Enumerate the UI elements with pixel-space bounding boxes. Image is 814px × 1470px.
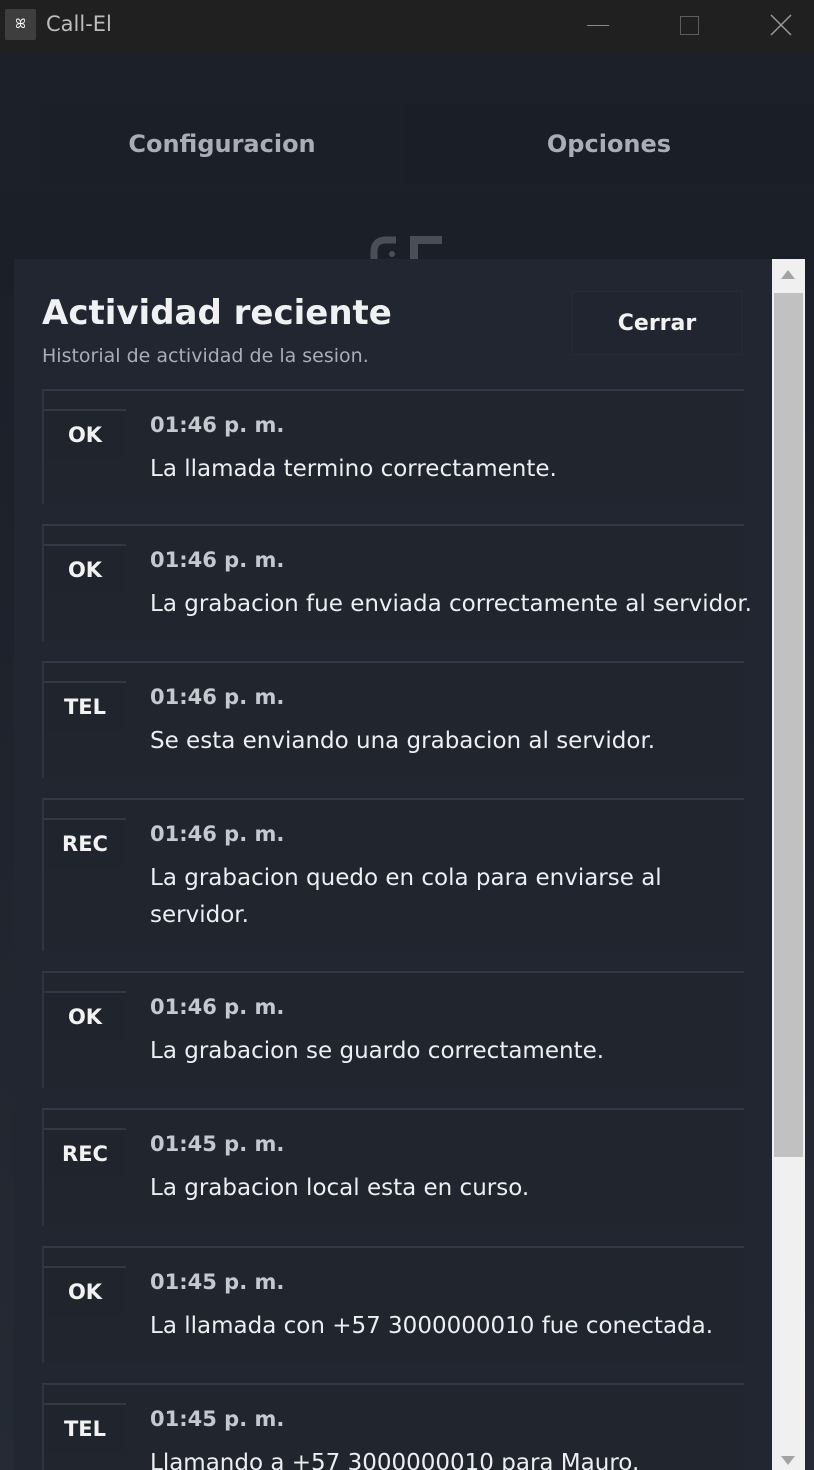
status-badge: REC: [44, 818, 126, 868]
maximize-button[interactable]: [654, 0, 724, 53]
status-badge: REC: [44, 1128, 126, 1178]
timestamp: 01:45 p. m.: [150, 1270, 285, 1294]
timestamp: 01:46 p. m.: [150, 685, 285, 709]
scroll-up-arrow-icon[interactable]: [772, 259, 805, 292]
activity-message: La grabacion se guardo correctamente.: [150, 1038, 605, 1064]
panel-title: Actividad reciente: [42, 293, 392, 333]
activity-message: La grabacion quedo en cola para enviarse…: [150, 865, 662, 928]
list-item: OK 01:46 p. m. La grabacion fue enviada …: [42, 524, 752, 641]
minimize-button[interactable]: [563, 0, 633, 53]
activity-message: La grabacion fue enviada correctamente a…: [150, 591, 752, 617]
vertical-scrollbar[interactable]: [772, 259, 805, 1470]
window-title: Call-El: [46, 12, 112, 36]
close-panel-button[interactable]: Cerrar: [572, 291, 742, 355]
list-item: TEL 01:45 p. m. Llamando a +57 300000001…: [42, 1383, 744, 1470]
timestamp: 01:46 p. m.: [150, 995, 285, 1019]
timestamp: 01:45 p. m.: [150, 1407, 285, 1431]
activity-message: La llamada con +57 3000000010 fue conect…: [150, 1313, 714, 1339]
status-badge: OK: [44, 991, 126, 1041]
panel-subtitle: Historial de actividad de la sesion.: [42, 345, 369, 367]
timestamp: 01:45 p. m.: [150, 1132, 285, 1156]
list-item: TEL 01:46 p. m. Se esta enviando una gra…: [42, 661, 744, 778]
recent-activity-panel: Actividad reciente Historial de activida…: [14, 259, 772, 1470]
status-badge: TEL: [44, 681, 126, 731]
app-logo-icon: [370, 234, 450, 260]
status-badge: OK: [44, 409, 126, 459]
close-window-button[interactable]: [746, 0, 814, 53]
top-navigation: Configuracion Opciones: [40, 105, 814, 183]
status-badge: TEL: [44, 1403, 126, 1453]
status-badge: OK: [44, 1266, 126, 1316]
activity-message: La llamada termino correctamente.: [150, 456, 557, 482]
timestamp: 01:46 p. m.: [150, 548, 285, 572]
activity-message: Se esta enviando una grabacion al servid…: [150, 728, 656, 754]
list-item: REC 01:45 p. m. La grabacion local esta …: [42, 1108, 744, 1226]
list-item: OK 01:46 p. m. La llamada termino correc…: [42, 389, 744, 504]
scroll-thumb[interactable]: [774, 293, 803, 1157]
scroll-down-arrow-icon[interactable]: [772, 1450, 805, 1470]
timestamp: 01:46 p. m.: [150, 413, 285, 437]
app-logo-icon: ꕤ: [5, 9, 36, 40]
nav-opciones[interactable]: Opciones: [404, 105, 814, 183]
list-item: REC 01:46 p. m. La grabacion quedo en co…: [42, 798, 744, 951]
list-item: OK 01:46 p. m. La grabacion se guardo co…: [42, 971, 744, 1088]
close-icon: [770, 14, 792, 36]
activity-list: OK 01:46 p. m. La llamada termino correc…: [42, 389, 752, 1470]
list-item: OK 01:45 p. m. La llamada con +57 300000…: [42, 1246, 744, 1363]
timestamp: 01:46 p. m.: [150, 822, 285, 846]
status-badge: OK: [44, 544, 126, 594]
activity-message: La grabacion local esta en curso.: [150, 1175, 530, 1201]
activity-message: Llamando a +57 3000000010 para Mauro.: [150, 1450, 640, 1470]
nav-configuracion[interactable]: Configuracion: [40, 105, 404, 183]
title-bar: ꕤ Call-El: [0, 0, 814, 53]
